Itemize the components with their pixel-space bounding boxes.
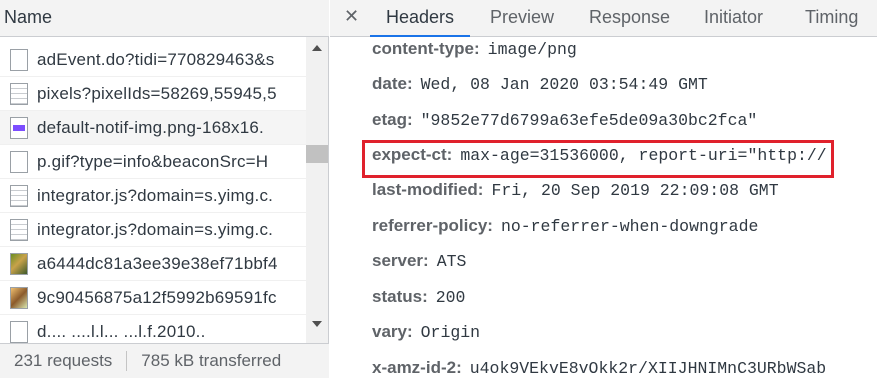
network-status-bar: 231 requests 785 kB transferred xyxy=(0,343,329,378)
header-row: expect-ct: max-age=31536000, report-uri=… xyxy=(372,145,827,175)
scroll-up-arrow-icon[interactable] xyxy=(312,45,322,51)
header-value: image/png xyxy=(487,40,577,59)
request-row[interactable]: 9c90456875a12f5992b69591fc xyxy=(0,281,306,315)
tab-response[interactable]: Response xyxy=(589,7,670,28)
header-name: expect-ct: xyxy=(372,145,453,164)
header-row: etag: "9852e77d6799a63efe5de09a30bc2fca" xyxy=(372,110,757,140)
request-row[interactable]: integrator.js?domain=s.yimg.c. xyxy=(0,213,306,247)
name-column-label: Name xyxy=(4,7,53,27)
request-name: p.gif?type=info&beaconSrc=H xyxy=(37,151,269,171)
tab-preview[interactable]: Preview xyxy=(490,7,554,28)
name-column-header[interactable]: Name xyxy=(0,0,329,37)
header-value: u4ok9VEkvE8vOkk2r/XIIJHNIMnC3URbWSab xyxy=(469,359,827,378)
header-row: date: Wed, 08 Jan 2020 03:54:49 GMT xyxy=(372,74,708,104)
request-name: default-notif-img.png-168x16. xyxy=(37,117,264,137)
header-row: server: ATS xyxy=(372,251,466,281)
script-icon xyxy=(10,82,28,105)
header-row: x-amz-id-2: u4ok9VEkvE8vOkk2r/XIIJHNIMnC… xyxy=(372,358,826,378)
request-row[interactable]: p.gif?type=info&beaconSrc=H xyxy=(0,145,306,179)
header-name: status: xyxy=(372,287,428,306)
header-value: Wed, 08 Jan 2020 03:54:49 GMT xyxy=(420,75,708,94)
request-count: 231 requests xyxy=(14,351,113,370)
scroll-down-arrow-icon[interactable] xyxy=(312,321,322,327)
header-value: 200 xyxy=(435,288,466,307)
header-row: status: 200 xyxy=(372,287,465,317)
header-name: referrer-policy: xyxy=(372,216,493,235)
request-name: d.... ....l.l... ...l.f.2010.. xyxy=(37,321,206,341)
tab-headers[interactable]: Headers xyxy=(386,7,454,28)
image-icon xyxy=(10,116,28,139)
scrollbar-thumb[interactable] xyxy=(306,145,328,163)
header-value: no-referrer-when-downgrade xyxy=(500,217,759,236)
header-value: "9852e77d6799a63efe5de09a30bc2fca" xyxy=(420,111,758,130)
request-row[interactable]: d.... ....l.l... ...l.f.2010.. xyxy=(0,315,306,343)
doc-icon xyxy=(10,320,28,343)
request-name: pixels?pixelIds=58269,55945,5 xyxy=(37,83,277,103)
header-name: content-type: xyxy=(372,39,480,58)
request-row[interactable]: default-notif-img.png-168x16. xyxy=(0,111,306,145)
header-name: vary: xyxy=(372,322,413,341)
tab-timing[interactable]: Timing xyxy=(805,7,858,28)
request-list-panel: Name adEvent.do?tidi=770829463&s pixels?… xyxy=(0,0,329,378)
details-tabbar: ✕ Headers Preview Response Initiator Tim… xyxy=(330,0,877,37)
transferred-size: 785 kB transferred xyxy=(141,351,282,370)
close-icon[interactable]: ✕ xyxy=(344,6,359,27)
request-name: a6444dc81a3ee39e38ef71bbf4 xyxy=(37,253,278,273)
header-name: etag: xyxy=(372,110,413,129)
header-value: max-age=31536000, report-uri="http:// xyxy=(460,146,827,165)
request-details-panel: ✕ Headers Preview Response Initiator Tim… xyxy=(330,0,877,378)
request-name: integrator.js?domain=s.yimg.c. xyxy=(37,219,274,239)
header-name: last-modified: xyxy=(372,180,484,199)
header-value: ATS xyxy=(436,252,467,271)
request-row[interactable]: pixels?pixelIds=58269,55945,5 xyxy=(0,77,306,111)
header-name: server: xyxy=(372,251,429,270)
header-name: date: xyxy=(372,74,413,93)
header-value: Origin xyxy=(420,323,481,342)
request-name: adEvent.do?tidi=770829463&s xyxy=(37,49,275,69)
photo-icon xyxy=(10,252,28,275)
header-value: Fri, 20 Sep 2019 22:09:08 GMT xyxy=(491,181,779,200)
doc-icon xyxy=(10,150,28,173)
header-row: vary: Origin xyxy=(372,322,480,352)
response-headers-list: content-type: image/png date: Wed, 08 Ja… xyxy=(330,37,877,378)
request-row[interactable]: adEvent.do?tidi=770829463&s xyxy=(0,43,306,77)
request-name: integrator.js?domain=s.yimg.c. xyxy=(37,185,274,205)
request-row[interactable]: a6444dc81a3ee39e38ef71bbf4 xyxy=(0,247,306,281)
doc-icon xyxy=(10,48,28,71)
request-row[interactable]: integrator.js?domain=s.yimg.c. xyxy=(0,179,306,213)
header-row: content-type: image/png xyxy=(372,39,577,69)
script-icon xyxy=(10,218,28,241)
request-list-scrollbar[interactable] xyxy=(306,37,328,343)
header-row-last-modified: last-modified: Fri, 20 Sep 2019 22:09:08… xyxy=(372,180,779,210)
request-name: 9c90456875a12f5992b69591fc xyxy=(37,287,277,307)
request-list: adEvent.do?tidi=770829463&s pixels?pixel… xyxy=(0,43,306,343)
header-name: x-amz-id-2: xyxy=(372,358,462,377)
script-icon xyxy=(10,184,28,207)
tab-initiator[interactable]: Initiator xyxy=(704,7,763,28)
photo-icon xyxy=(10,286,28,309)
header-row: referrer-policy: no-referrer-when-downgr… xyxy=(372,216,758,246)
